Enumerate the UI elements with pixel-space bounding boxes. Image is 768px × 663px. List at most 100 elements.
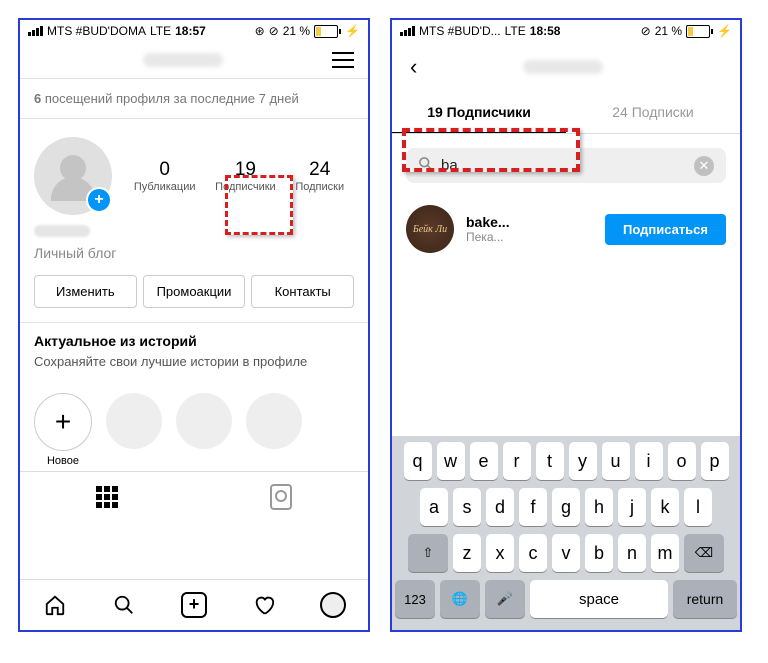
account-type: Личный блог xyxy=(34,245,354,261)
highlights-subtitle: Сохраняйте свои лучшие истории в профиле xyxy=(34,353,354,371)
new-highlight[interactable]: + Новое xyxy=(34,393,92,467)
kb-row-2: asdfghjkl xyxy=(395,488,737,526)
key-b[interactable]: b xyxy=(585,534,613,572)
plus-icon[interactable]: + xyxy=(34,393,92,451)
grid-tab[interactable] xyxy=(20,472,194,522)
kb-row-1: qwertyuiop xyxy=(395,442,737,480)
key-s[interactable]: s xyxy=(453,488,481,526)
key-j[interactable]: j xyxy=(618,488,646,526)
key-n[interactable]: n xyxy=(618,534,646,572)
followers-tab[interactable]: 19 Подписчики xyxy=(392,92,566,133)
network-text: LTE xyxy=(150,24,171,38)
display-name xyxy=(34,225,90,237)
search-nav[interactable] xyxy=(90,580,160,630)
activity-nav[interactable] xyxy=(229,580,299,630)
numbers-key[interactable]: 123 xyxy=(395,580,435,618)
alarm-icon: ⊛ xyxy=(255,24,265,38)
key-u[interactable]: u xyxy=(602,442,630,480)
highlight-placeholder xyxy=(246,393,302,449)
key-x[interactable]: x xyxy=(486,534,514,572)
carrier-text: MTS #BUD'D... xyxy=(419,24,501,38)
signal-icon xyxy=(28,26,43,36)
highlight-box xyxy=(225,175,293,235)
status-bar: MTS #BUD'D... LTE 18:58 ⊘ 21 % ⚡ xyxy=(392,20,740,42)
home-nav[interactable] xyxy=(20,580,90,630)
posts-stat[interactable]: 0Публикации xyxy=(134,159,196,193)
status-bar: MTS #BUD'DOMA LTE 18:57 ⊛ ⊘ 21 % ⚡ xyxy=(20,20,368,42)
followers-screen: MTS #BUD'D... LTE 18:58 ⊘ 21 % ⚡ ‹ 19 По… xyxy=(390,18,742,632)
profile-nav[interactable] xyxy=(298,580,368,630)
key-f[interactable]: f xyxy=(519,488,547,526)
username[interactable] xyxy=(143,53,223,67)
highlight-placeholder xyxy=(106,393,162,449)
promo-button[interactable]: Промоакции xyxy=(143,275,246,308)
key-i[interactable]: i xyxy=(635,442,663,480)
tagged-icon xyxy=(270,484,292,510)
highlight-placeholder xyxy=(176,393,232,449)
key-m[interactable]: m xyxy=(651,534,679,572)
key-e[interactable]: e xyxy=(470,442,498,480)
clear-button[interactable]: ✕ xyxy=(694,156,714,176)
follow-button[interactable]: Подписаться xyxy=(605,214,726,245)
username xyxy=(523,60,603,74)
rotation-lock-icon: ⊘ xyxy=(641,24,651,38)
battery-pct: 21 % xyxy=(655,24,682,38)
network-text: LTE xyxy=(505,24,526,38)
search-icon xyxy=(113,594,135,616)
avatar[interactable]: + xyxy=(34,137,112,215)
key-o[interactable]: o xyxy=(668,442,696,480)
key-w[interactable]: w xyxy=(437,442,465,480)
key-v[interactable]: v xyxy=(552,534,580,572)
carrier-text: MTS #BUD'DOMA xyxy=(47,24,146,38)
signal-icon xyxy=(400,26,415,36)
highlight-box xyxy=(402,128,580,172)
key-p[interactable]: p xyxy=(701,442,729,480)
result-row[interactable]: Бейк Ли bake... Пека... Подписаться xyxy=(392,197,740,261)
profile-visits[interactable]: 6 посещений профиля за последние 7 дней xyxy=(20,79,368,118)
return-key[interactable]: return xyxy=(673,580,737,618)
key-d[interactable]: d xyxy=(486,488,514,526)
keyboard[interactable]: qwertyuiop asdfghjkl ⇧zxcvbnm⌫ 123 🌐 🎤 s… xyxy=(392,436,740,630)
following-stat[interactable]: 24Подписки xyxy=(295,159,344,193)
result-name: bake... xyxy=(466,214,593,230)
key-y[interactable]: y xyxy=(569,442,597,480)
key-c[interactable]: c xyxy=(519,534,547,572)
heart-icon xyxy=(253,594,275,616)
result-subtitle: Пека... xyxy=(466,230,593,244)
back-button[interactable]: ‹ xyxy=(406,52,421,82)
menu-icon[interactable] xyxy=(332,52,354,68)
key-h[interactable]: h xyxy=(585,488,613,526)
battery-pct: 21 % xyxy=(283,24,310,38)
key-r[interactable]: r xyxy=(503,442,531,480)
key-k[interactable]: k xyxy=(651,488,679,526)
key-a[interactable]: a xyxy=(420,488,448,526)
charging-icon: ⚡ xyxy=(345,24,360,38)
space-key[interactable]: space xyxy=(530,580,668,618)
rotation-lock-icon: ⊘ xyxy=(269,24,279,38)
edit-button[interactable]: Изменить xyxy=(34,275,137,308)
key-q[interactable]: q xyxy=(404,442,432,480)
mic-key[interactable]: 🎤 xyxy=(485,580,525,618)
kb-row-3: ⇧zxcvbnm⌫ xyxy=(395,534,737,572)
key-g[interactable]: g xyxy=(552,488,580,526)
grid-icon xyxy=(96,486,118,508)
add-icon xyxy=(181,592,207,618)
profile-icon xyxy=(320,592,346,618)
following-tab[interactable]: 24 Подписки xyxy=(566,92,740,133)
contacts-button[interactable]: Контакты xyxy=(251,275,354,308)
result-avatar[interactable]: Бейк Ли xyxy=(406,205,454,253)
tagged-tab[interactable] xyxy=(194,472,368,522)
shift-key[interactable]: ⇧ xyxy=(408,534,448,572)
add-nav[interactable] xyxy=(159,580,229,630)
globe-key[interactable]: 🌐 xyxy=(440,580,480,618)
battery-icon xyxy=(314,25,341,38)
profile-screen: MTS #BUD'DOMA LTE 18:57 ⊛ ⊘ 21 % ⚡ 6 пос… xyxy=(18,18,370,632)
backspace-key[interactable]: ⌫ xyxy=(684,534,724,572)
key-t[interactable]: t xyxy=(536,442,564,480)
key-z[interactable]: z xyxy=(453,534,481,572)
clock: 18:58 xyxy=(530,24,561,38)
charging-icon: ⚡ xyxy=(717,24,732,38)
add-story-icon[interactable]: + xyxy=(86,187,112,213)
key-l[interactable]: l xyxy=(684,488,712,526)
clock: 18:57 xyxy=(175,24,206,38)
